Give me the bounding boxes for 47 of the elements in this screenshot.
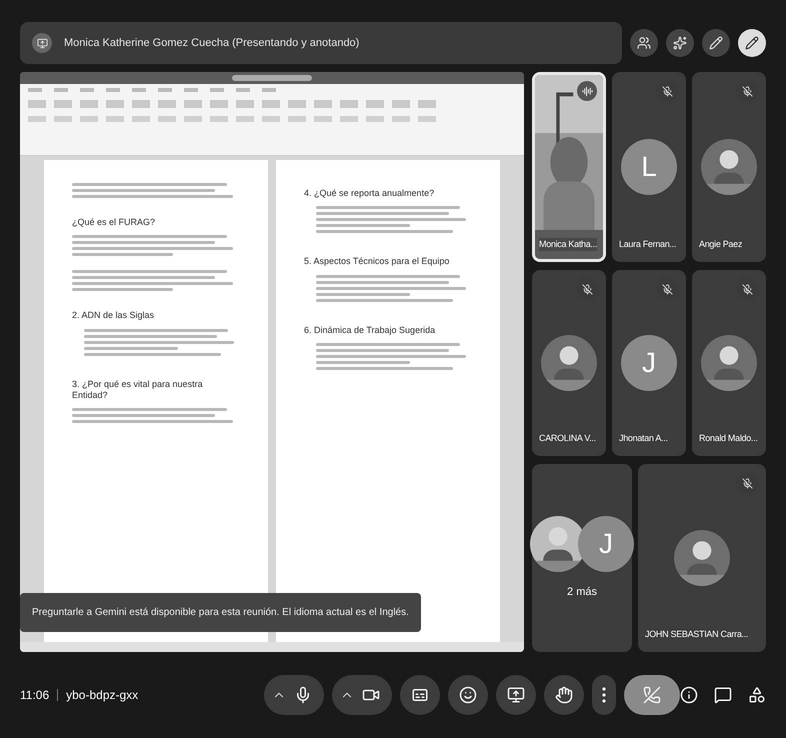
info-icon[interactable] (680, 686, 698, 704)
participant-name: Angie Paez (699, 238, 742, 251)
document-heading: 5. Aspectos Técnicos para el Equipo (304, 256, 450, 268)
activities-icon[interactable] (748, 686, 766, 704)
document-heading: 2. ADN de las Siglas (72, 310, 156, 322)
participant-tile[interactable]: Ronald Maldo... (692, 270, 766, 456)
microphone-button[interactable] (264, 675, 324, 715)
smiley-icon (459, 686, 477, 704)
presenter-title: Monica Katherine Gomez Cuecha (Presentando y anotando) (64, 36, 360, 51)
people-icon[interactable] (630, 29, 658, 57)
pen-tool-icon[interactable] (738, 29, 766, 57)
participant-tile[interactable]: J Jhonatan A... (612, 270, 686, 456)
more-participants-tile[interactable]: J 2 más (532, 464, 632, 652)
reactions-button[interactable] (448, 675, 488, 715)
document-heading: 3. ¿Por qué es vital para nuestra Entidad? (72, 378, 204, 401)
present-screen-icon (507, 686, 525, 704)
microphone-icon (294, 686, 312, 704)
chat-icon[interactable] (714, 686, 732, 704)
pencil-icon[interactable] (702, 29, 730, 57)
document-heading: 6. Dinámica de Trabajo Sugerida (304, 324, 436, 336)
more-icon (602, 687, 606, 703)
avatar: J (621, 335, 677, 391)
present-button[interactable] (496, 675, 536, 715)
phone-icon (643, 686, 661, 704)
participant-tile[interactable]: Monica Katha... (532, 72, 606, 262)
captions-button[interactable] (400, 675, 440, 715)
participant-name: Monica Katha... (539, 238, 598, 251)
avatar: J (578, 516, 634, 572)
camera-button[interactable] (332, 675, 392, 715)
clock-time: 11:06 (20, 687, 50, 704)
sparkle-icon[interactable] (666, 29, 694, 57)
participant-tile[interactable]: JOHN SEBASTIAN Carra... (638, 464, 766, 652)
raised-hand-icon (555, 686, 573, 704)
raise-hand-button[interactable] (544, 675, 584, 715)
presenting-icon (32, 33, 52, 53)
leave-call-button[interactable] (624, 675, 680, 715)
captions-icon (411, 686, 429, 704)
document-heading: 4. ¿Qué se reporta anualmente? (304, 188, 436, 200)
more-options-button[interactable] (592, 675, 616, 715)
participant-tile[interactable]: CAROLINA V... (532, 270, 606, 456)
gemini-toast: Preguntarle a Gemini está disponible para esta reunión. El idioma actual es el Inglés. (20, 593, 421, 632)
avatar: L (621, 139, 677, 195)
participant-tile[interactable]: L Laura Fernan... (612, 72, 686, 262)
meeting-code: ybo-bdpz-gxx (66, 687, 140, 704)
more-count: 2 más (567, 584, 597, 600)
participant-tile[interactable]: Angie Paez (692, 72, 766, 262)
document-heading: ¿Qué es el FURAG? (72, 217, 156, 228)
